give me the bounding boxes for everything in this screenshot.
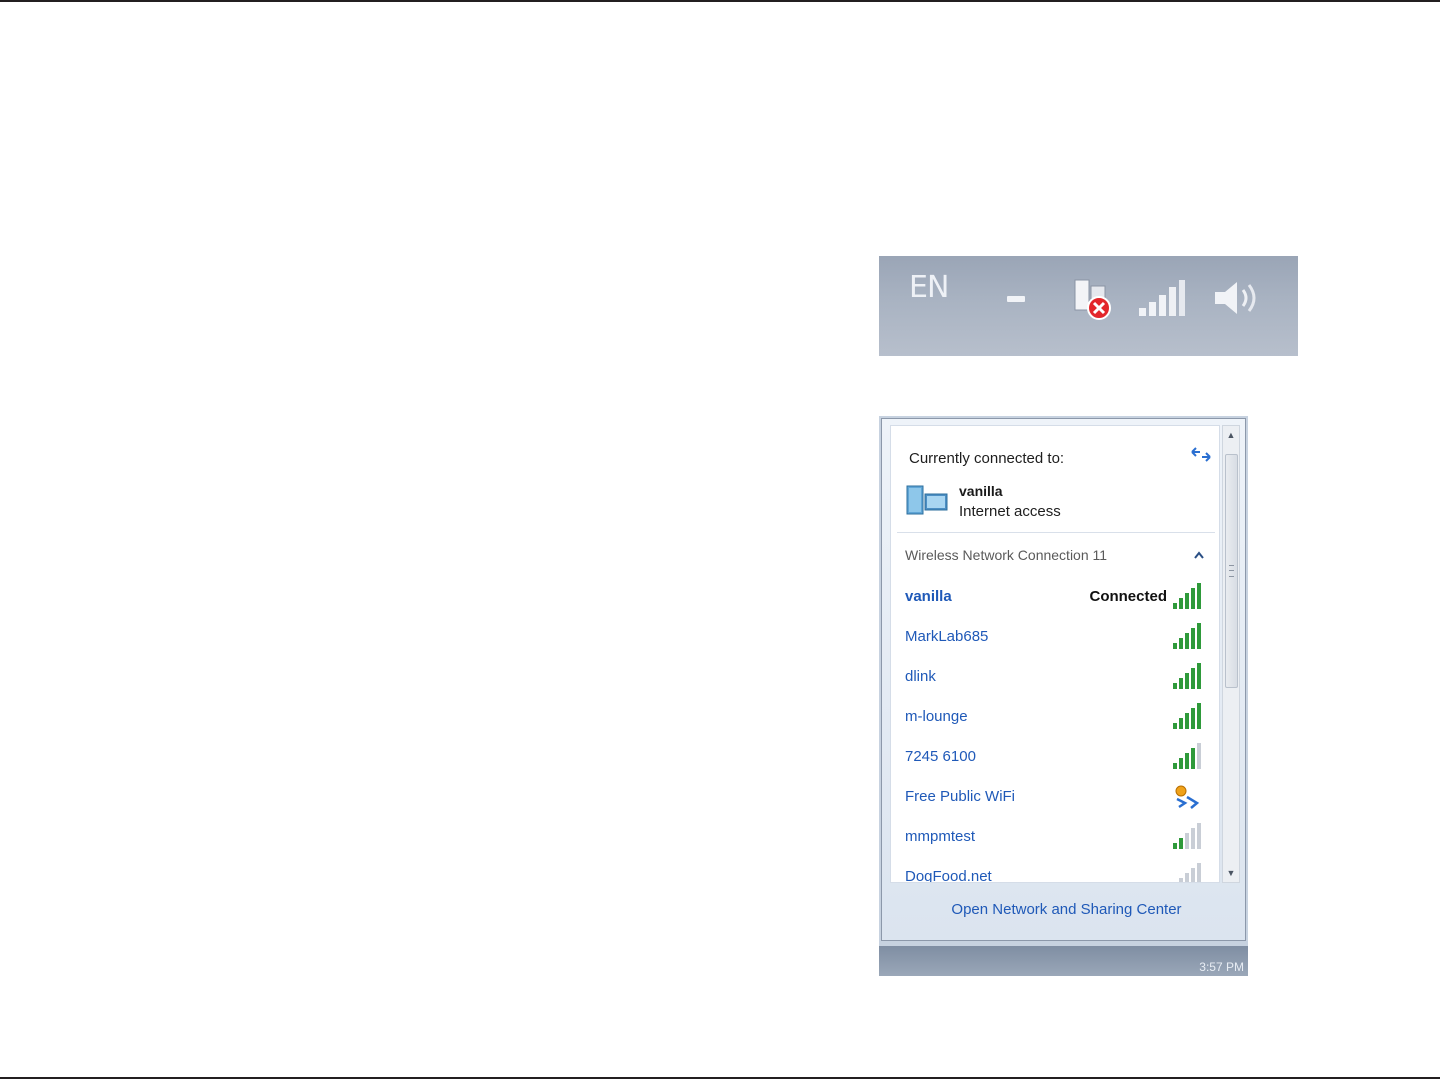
- signal-bar: [1197, 743, 1201, 769]
- signal-strength-icon: [1173, 823, 1201, 849]
- adapter-name: Wireless Network Connection 11: [905, 547, 1108, 563]
- network-item[interactable]: m-lounge: [897, 699, 1215, 735]
- connection-status: Internet access: [959, 503, 1061, 520]
- signal-bar: [1191, 868, 1195, 882]
- network-name: MarkLab685: [905, 628, 989, 645]
- signal-bar: [1191, 708, 1195, 729]
- signal-bar: [1191, 828, 1195, 849]
- signal-bar: [1191, 668, 1195, 689]
- network-name: dlink: [905, 668, 936, 685]
- network-item[interactable]: mmpmtest: [897, 819, 1215, 855]
- flyout-frame: Currently connected to: vanilla Internet…: [881, 418, 1246, 941]
- flyout-content: Currently connected to: vanilla Internet…: [890, 425, 1220, 883]
- signal-bar: [1191, 588, 1195, 609]
- scroll-thumb[interactable]: [1225, 454, 1238, 688]
- network-flyout: Currently connected to: vanilla Internet…: [879, 416, 1248, 976]
- signal-bar: [1197, 663, 1201, 689]
- speaker-icon[interactable]: [1209, 276, 1263, 320]
- taskbar-strip: 3:57 PM: [879, 946, 1248, 976]
- bottom-rule: [0, 1077, 1440, 1079]
- taskbar-clock[interactable]: 3:57 PM: [1199, 960, 1244, 974]
- minimize-dash-icon[interactable]: [1007, 296, 1025, 302]
- network-name: mmpmtest: [905, 828, 976, 845]
- signal-strength-icon: [1173, 703, 1201, 729]
- signal-bar: [1197, 623, 1201, 649]
- signal-bar: [1185, 593, 1189, 609]
- signal-bar: [1179, 718, 1183, 729]
- network-item[interactable]: vanilla Connected: [897, 579, 1215, 615]
- network-item[interactable]: 7245 6100: [897, 739, 1215, 775]
- network-name: m-lounge: [905, 708, 968, 725]
- current-connection-name: vanilla: [959, 483, 1003, 499]
- signal-bar: [1173, 843, 1177, 849]
- network-disconnected-icon[interactable]: [1069, 276, 1117, 324]
- signal-bar: [1179, 638, 1183, 649]
- adhoc-network-icon: [1175, 785, 1200, 809]
- network-item[interactable]: dlink: [897, 659, 1215, 695]
- signal-strength-icon: [1179, 863, 1201, 882]
- top-rule: [0, 0, 1440, 2]
- network-item[interactable]: DogFood.net: [897, 859, 1215, 883]
- network-item[interactable]: Free Public WiFi: [897, 779, 1215, 815]
- network-name: Free Public WiFi: [905, 788, 1016, 805]
- network-name: vanilla: [905, 588, 952, 605]
- signal-bar: [1179, 878, 1183, 882]
- signal-strength-icon: [1173, 743, 1201, 769]
- network-name: DogFood.net: [905, 868, 992, 883]
- signal-bar: [1185, 833, 1189, 849]
- network-list-scrollbar[interactable]: ▲ ▼: [1222, 425, 1240, 883]
- signal-bar: [1185, 713, 1189, 729]
- scroll-grip-icon: [1229, 565, 1234, 577]
- signal-bar: [1185, 633, 1189, 649]
- chevron-up-icon[interactable]: [1193, 550, 1205, 560]
- refresh-icon[interactable]: [1189, 444, 1213, 464]
- signal-bar: [1179, 838, 1183, 849]
- open-network-sharing-center-link[interactable]: Open Network and Sharing Center: [882, 901, 1248, 918]
- signal-bar: [1197, 863, 1201, 882]
- signal-bar: [1197, 823, 1201, 849]
- signal-strength-icon: [1173, 623, 1201, 649]
- signal-bar: [1185, 873, 1189, 882]
- network-state: Connected: [1089, 588, 1167, 605]
- signal-bar: [1173, 723, 1177, 729]
- scroll-up-icon[interactable]: ▲: [1223, 426, 1239, 444]
- network-computer-icon: [906, 485, 948, 515]
- signal-bar: [1197, 703, 1201, 729]
- currently-connected-label: Currently connected to:: [909, 450, 1065, 467]
- signal-strength-icon: [1173, 583, 1201, 609]
- signal-bar: [1173, 763, 1177, 769]
- system-tray: EN: [879, 256, 1298, 356]
- scroll-down-icon[interactable]: ▼: [1223, 864, 1239, 882]
- signal-bar: [1173, 683, 1177, 689]
- signal-bar: [1179, 758, 1183, 769]
- signal-bar: [1179, 598, 1183, 609]
- signal-bar: [1185, 673, 1189, 689]
- signal-bar: [1191, 748, 1195, 769]
- signal-bar: [1173, 643, 1177, 649]
- signal-bar: [1173, 603, 1177, 609]
- signal-bar: [1197, 583, 1201, 609]
- network-item[interactable]: MarkLab685: [897, 619, 1215, 655]
- signal-bars-icon[interactable]: [1137, 278, 1187, 318]
- signal-bar: [1185, 753, 1189, 769]
- section-divider: [897, 532, 1215, 533]
- signal-bar: [1179, 678, 1183, 689]
- signal-strength-icon: [1173, 663, 1201, 689]
- signal-bar: [1191, 628, 1195, 649]
- language-indicator[interactable]: EN: [909, 270, 949, 305]
- network-name: 7245 6100: [905, 748, 976, 765]
